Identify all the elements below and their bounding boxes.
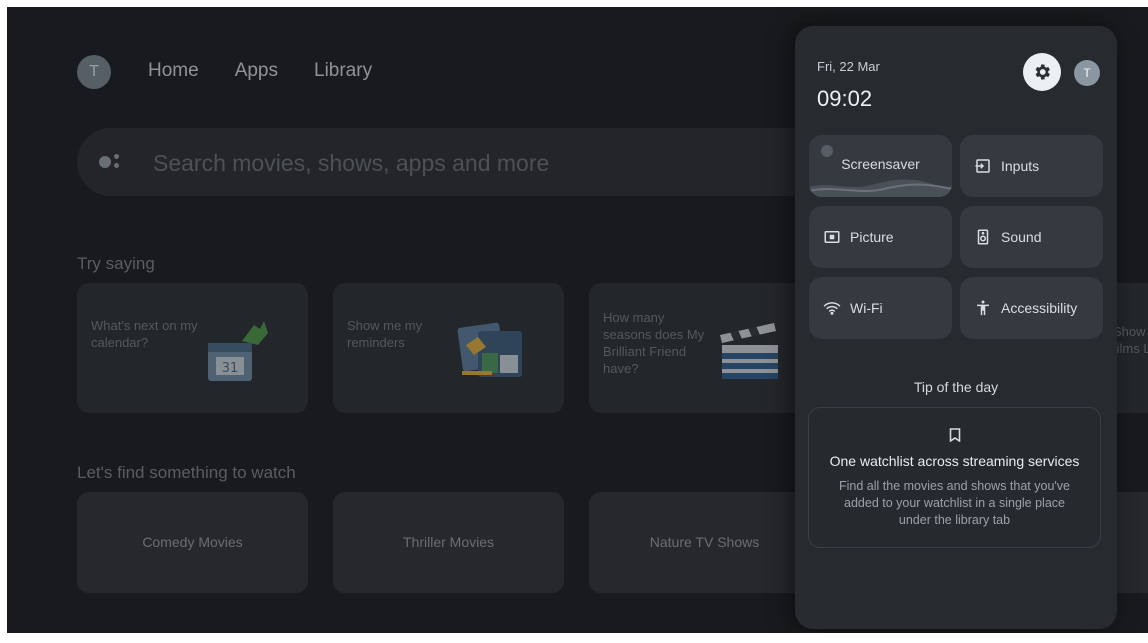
suggestion-text: What's next on my calendar? [91, 318, 198, 350]
watch-section-title: Let's find something to watch [77, 463, 296, 482]
screensaver-dot [821, 145, 833, 157]
suggestion-card-calendar[interactable]: What's next on my calendar? 31 [77, 283, 308, 413]
category-label: Comedy Movies [142, 534, 243, 550]
accessibility-icon [977, 300, 989, 316]
wifi-icon [823, 302, 841, 315]
wifi-label: Wi-Fi [850, 300, 883, 316]
nav-library[interactable]: Library [314, 60, 372, 82]
tv-screen: T Home Apps Library Search movies, shows… [7, 7, 1148, 633]
top-nav: Home Apps Library [148, 60, 372, 82]
picture-label: Picture [850, 229, 894, 245]
reminders-illustration-icon [457, 322, 522, 377]
calendar-illustration-icon: 31 [208, 321, 268, 381]
inputs-tile[interactable]: Inputs [960, 135, 1103, 197]
tip-of-the-day-title: Tip of the day [913, 379, 999, 395]
quick-settings-panel: Fri, 22 Mar 09:02 T Screensaver Inputs P… [795, 26, 1117, 629]
tip-card[interactable]: One watchlist across streaming services … [808, 407, 1101, 548]
inputs-label: Inputs [1001, 158, 1040, 174]
speaker-icon [977, 229, 989, 245]
panel-date: Fri, 22 Mar [817, 59, 880, 74]
panel-profile-avatar[interactable]: T [1074, 60, 1100, 86]
accessibility-tile[interactable]: Accessibility [960, 277, 1103, 339]
try-saying-title: Try saying [77, 254, 155, 273]
wifi-tile[interactable]: Wi-Fi [809, 277, 952, 339]
tip-heading: One watchlist across streaming services [829, 453, 1080, 469]
gear-icon [1035, 64, 1050, 80]
nav-apps[interactable]: Apps [235, 60, 278, 82]
input-icon [975, 159, 990, 173]
tip-body: Find all the movies and shows that you'v… [839, 479, 1070, 527]
accessibility-label: Accessibility [1001, 300, 1078, 316]
suggestion-text: How many seasons does My Brilliant Frien… [603, 310, 705, 376]
settings-button[interactable] [1023, 53, 1061, 91]
svg-text:31: 31 [222, 361, 239, 376]
clapperboard-illustration-icon [720, 323, 778, 379]
category-tile-thriller[interactable]: Thriller Movies [333, 492, 564, 593]
suggestion-text: Show films Lee [1113, 324, 1148, 356]
sound-label: Sound [1001, 229, 1042, 245]
suggestion-card-seasons[interactable]: How many seasons does My Brilliant Frien… [589, 283, 820, 413]
suggestion-text: Show me my reminders [347, 318, 423, 350]
search-bar[interactable]: Search movies, shows, apps and more [77, 128, 837, 196]
search-placeholder: Search movies, shows, apps and more [153, 150, 550, 176]
bookmark-icon [949, 428, 961, 442]
picture-icon [824, 231, 840, 243]
category-label: Nature TV Shows [649, 534, 760, 550]
category-tile-comedy[interactable]: Comedy Movies [77, 492, 308, 593]
screensaver-tile[interactable]: Screensaver [809, 135, 952, 197]
panel-time: 09:02 [817, 86, 873, 111]
category-tile-nature[interactable]: Nature TV Shows [589, 492, 820, 593]
category-label: Thriller Movies [402, 534, 494, 550]
sound-tile[interactable]: Sound [960, 206, 1103, 268]
screensaver-wave-icon [809, 179, 952, 197]
assistant-icon [99, 152, 123, 172]
suggestion-card-reminders[interactable]: Show me my reminders [333, 283, 564, 413]
profile-avatar[interactable]: T [77, 55, 111, 89]
picture-tile[interactable]: Picture [809, 206, 952, 268]
screensaver-label: Screensaver [841, 156, 920, 172]
nav-home[interactable]: Home [148, 60, 199, 82]
